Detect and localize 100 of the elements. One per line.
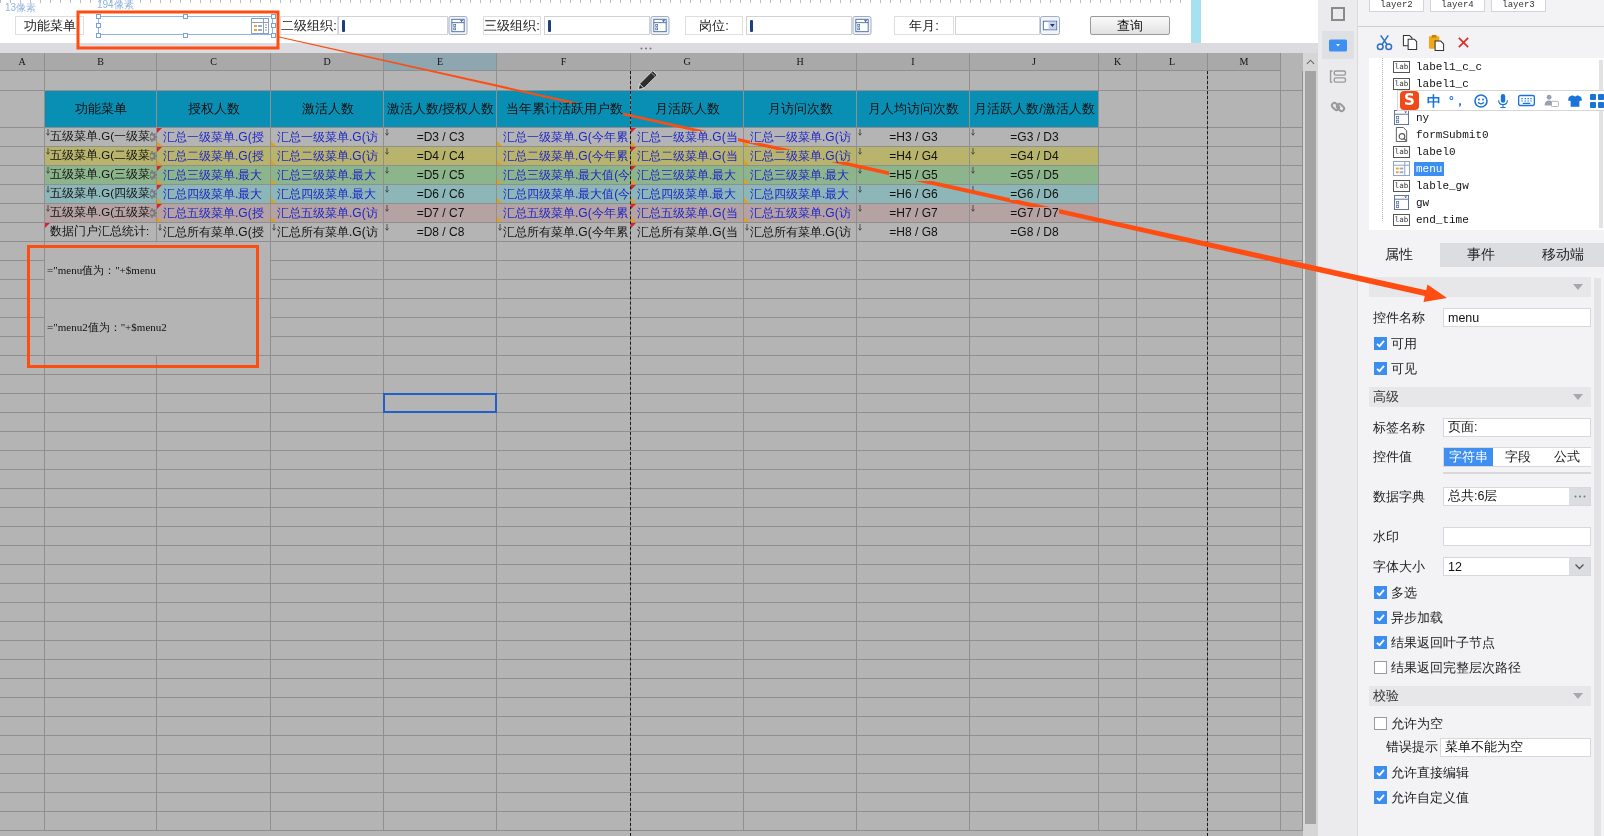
text-field[interactable] (1443, 527, 1591, 546)
checkbox-label[interactable]: 允许自定义值 (1391, 788, 1469, 807)
tab[interactable]: 事件 (1440, 243, 1522, 267)
checkbox-label[interactable]: 结果返回完整层次路径 (1391, 658, 1521, 677)
checkbox[interactable] (1374, 791, 1387, 804)
query-button[interactable]: 查询 (1090, 16, 1170, 35)
checkbox-label[interactable]: 可用 (1391, 334, 1417, 353)
date-field[interactable] (955, 16, 1040, 35)
microphone-icon[interactable] (1495, 93, 1510, 108)
text-field[interactable]: menu (1443, 308, 1591, 327)
column-header[interactable]: L (1137, 53, 1208, 71)
tab[interactable]: 移动端 (1522, 243, 1604, 267)
section-header[interactable] (1369, 277, 1591, 297)
grip-icon[interactable] (640, 46, 652, 50)
tree-item[interactable]: lable_gw (1414, 178, 1471, 193)
column-header[interactable]: A (0, 53, 45, 71)
column-header[interactable]: I (857, 53, 970, 71)
tree-item[interactable]: label1_c (1414, 76, 1471, 91)
column-header[interactable]: M (1208, 53, 1281, 71)
copy-icon[interactable] (1402, 34, 1419, 51)
cross-icon[interactable] (1457, 36, 1470, 49)
tree-item[interactable]: ny (1414, 110, 1432, 125)
checkbox-label[interactable]: 允许为空 (1391, 714, 1443, 733)
dropdown-field[interactable] (338, 16, 448, 35)
cell-text: =G4 / D4 (1010, 150, 1059, 162)
tree-item[interactable]: label1_c_c (1414, 59, 1484, 74)
dictionary-field[interactable]: 总共:6层 (1443, 487, 1591, 506)
layer-tab[interactable]: layer3 (1491, 0, 1546, 12)
cell-text: 汇总所有菜单.G(授 (163, 226, 264, 238)
section-header[interactable]: 校验 (1369, 686, 1591, 706)
toolbar-button[interactable] (1321, 31, 1354, 59)
list-dropdown-icon[interactable] (852, 16, 872, 35)
scrollbar[interactable] (1303, 53, 1318, 836)
tree-list-icon[interactable] (251, 17, 269, 34)
down-arrow-icon (46, 186, 50, 193)
checkbox-label[interactable]: 结果返回叶子节点 (1391, 633, 1495, 652)
column-header[interactable]: D (271, 53, 384, 71)
resize-handle[interactable] (183, 32, 188, 38)
smiley-icon[interactable] (1473, 93, 1488, 108)
shirt-icon[interactable] (1567, 93, 1582, 108)
more-button[interactable] (1569, 488, 1590, 505)
panel-edge-bar (1191, 0, 1201, 43)
dropdown-field[interactable] (746, 16, 852, 35)
tree-item[interactable]: formSubmit0 (1414, 127, 1491, 142)
tree-item[interactable]: label0 (1414, 144, 1458, 159)
clipboard-icon[interactable] (1428, 34, 1445, 51)
checkbox-label[interactable]: 多选 (1391, 583, 1417, 602)
layer-tab[interactable]: layer2 (1369, 0, 1424, 12)
checkbox[interactable] (1374, 362, 1387, 375)
checkbox-label[interactable]: 可见 (1391, 359, 1417, 378)
section-header[interactable]: 高级 (1369, 387, 1591, 407)
tree-select-field[interactable] (98, 16, 273, 35)
top-corner-marker-icon (631, 185, 636, 190)
checkbox[interactable] (1374, 717, 1387, 730)
bottom-corner-marker-icon (271, 217, 276, 222)
down-arrow-icon (158, 224, 162, 231)
down-arrow-icon (385, 186, 389, 193)
tree-item[interactable]: gw (1414, 195, 1432, 210)
resize-handle[interactable] (183, 13, 188, 19)
text-field[interactable]: 菜单不能为空 (1440, 737, 1591, 757)
cell-text: =G6 / D6 (1010, 188, 1059, 200)
table-cell (0, 261, 45, 280)
list-dropdown-icon[interactable] (650, 16, 670, 35)
checkbox[interactable] (1374, 337, 1387, 350)
checkbox[interactable] (1374, 766, 1387, 779)
checkbox[interactable] (1374, 661, 1387, 674)
column-header[interactable]: G (631, 53, 744, 71)
dropdown-field[interactable]: 12 (1443, 557, 1591, 576)
text-field[interactable]: 页面: (1443, 418, 1591, 437)
column-header[interactable]: K (1099, 53, 1137, 71)
checkbox[interactable] (1374, 586, 1387, 599)
checkbox[interactable] (1374, 611, 1387, 624)
selected-cell[interactable] (383, 393, 497, 413)
column-header[interactable]: C (157, 53, 271, 71)
grid-icon[interactable] (1589, 93, 1604, 108)
dropdown-field[interactable] (544, 16, 650, 35)
cell-text: 五级菜单.G(五级菜 (50, 207, 150, 219)
column-header[interactable]: J (970, 53, 1099, 71)
header-text: 授权人数 (188, 102, 240, 116)
punctuation-toggle[interactable]: °， (1449, 94, 1466, 107)
column-header[interactable]: F (497, 53, 631, 71)
chevron-down-icon[interactable] (1569, 558, 1590, 575)
column-header[interactable]: H (744, 53, 857, 71)
checkbox-label[interactable]: 异步加载 (1391, 608, 1443, 627)
column-header[interactable]: E (384, 53, 497, 71)
user-card-icon[interactable] (1542, 94, 1560, 107)
splitter-bar[interactable] (0, 43, 1318, 53)
input-method-logo[interactable]: S (1400, 91, 1419, 110)
list-dropdown-icon[interactable] (448, 16, 468, 35)
scrollbar-thumb[interactable] (1305, 71, 1316, 824)
chevron-up-icon[interactable] (1306, 59, 1315, 65)
checkbox-label[interactable]: 允许直接编辑 (1391, 763, 1469, 782)
column-header[interactable]: B (45, 53, 157, 71)
checkbox[interactable] (1374, 636, 1387, 649)
tree-item[interactable]: end_time (1414, 212, 1471, 227)
scissors-icon[interactable] (1376, 34, 1393, 51)
input-mode-toggle[interactable]: 中 (1427, 93, 1441, 108)
keyboard-icon[interactable] (1517, 94, 1535, 107)
top-corner-marker-icon (157, 147, 162, 152)
layer-tab[interactable]: layer4 (1430, 0, 1485, 12)
